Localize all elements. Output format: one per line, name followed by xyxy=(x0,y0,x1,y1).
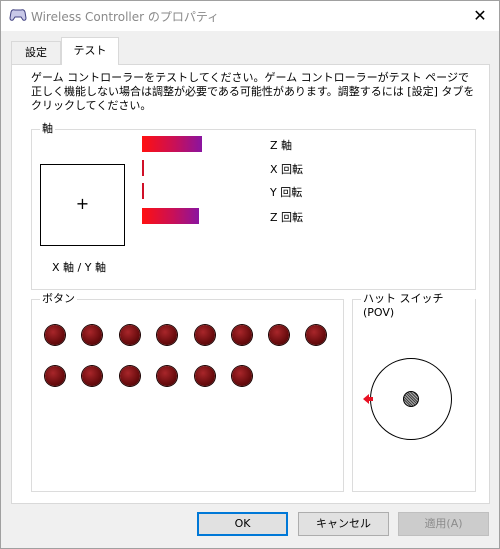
apply-button[interactable]: 適用(A) xyxy=(398,512,489,536)
gamepad-button-1 xyxy=(45,325,65,345)
close-button[interactable]: ✕ xyxy=(469,5,491,27)
axes-group-label: 軸 xyxy=(40,122,55,136)
test-description: ゲーム コントローラーをテストしてください。ゲーム コントローラーがテスト ペー… xyxy=(31,71,475,112)
gamepad-button-8 xyxy=(306,325,326,345)
window-title: Wireless Controller のプロパティ xyxy=(31,10,220,24)
axis-y-rotation-label: Y 回転 xyxy=(270,186,303,199)
gamepad-button-9 xyxy=(45,366,65,386)
gamepad-button-14 xyxy=(232,366,252,386)
gamepad-button-4 xyxy=(157,325,177,345)
axis-z-bar xyxy=(142,136,202,152)
tab-settings[interactable]: 設定 xyxy=(11,41,61,64)
gamepad-button-12 xyxy=(157,366,177,386)
axis-y-rotation-bar xyxy=(142,183,144,199)
arrow-left-icon xyxy=(363,394,373,404)
axis-z-label: Z 軸 xyxy=(270,139,293,152)
cancel-button[interactable]: キャンセル xyxy=(298,512,389,536)
title-bar[interactable]: Wireless Controller のプロパティ ✕ xyxy=(1,1,499,31)
ok-button[interactable]: OK xyxy=(197,512,288,536)
axis-z-rotation-label: Z 回転 xyxy=(270,211,304,224)
gamepad-button-7 xyxy=(269,325,289,345)
close-icon: ✕ xyxy=(473,6,487,25)
properties-window: Wireless Controller のプロパティ ✕ 設定 テスト ゲーム … xyxy=(0,0,500,549)
gamepad-button-13 xyxy=(195,366,215,386)
axis-x-rotation-label: X 回転 xyxy=(270,163,304,176)
gamepad-button-2 xyxy=(82,325,102,345)
buttons-group-label: ボタン xyxy=(40,292,77,306)
tab-test[interactable]: テスト xyxy=(61,37,119,65)
axis-x-rotation-bar xyxy=(142,160,144,176)
xy-axis-label: X 軸 / Y 軸 xyxy=(52,261,106,274)
gamepad-button-11 xyxy=(120,366,140,386)
gamepad-button-3 xyxy=(120,325,140,345)
gamepad-button-6 xyxy=(232,325,252,345)
crosshair-icon: + xyxy=(75,194,90,213)
hat-switch-center xyxy=(403,391,419,407)
xy-axis-display: + xyxy=(40,164,125,246)
gamepad-icon xyxy=(9,9,27,21)
axis-z-rotation-bar xyxy=(142,208,199,224)
hat-switch-label: ハット スイッチ (POV) xyxy=(361,292,475,320)
gamepad-button-5 xyxy=(195,325,215,345)
gamepad-button-10 xyxy=(82,366,102,386)
buttons-group: ボタン xyxy=(31,292,344,492)
